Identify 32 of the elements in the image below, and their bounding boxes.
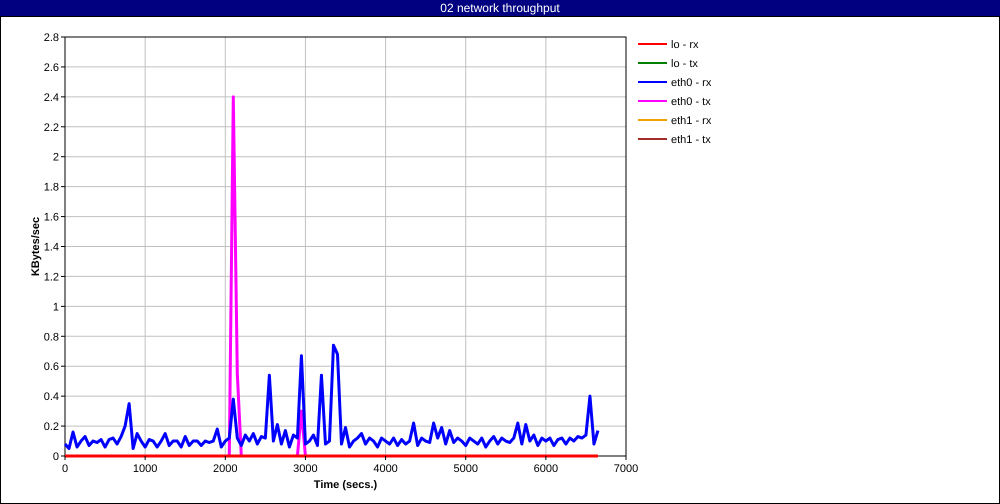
tick-label: 1 [52, 301, 59, 314]
tick-label: 1.8 [44, 182, 59, 194]
legend-label: eth0 - tx [671, 96, 711, 108]
tick-label: 4000 [373, 463, 398, 475]
tick-label: 2000 [213, 463, 238, 475]
tick-label: 2.4 [44, 92, 59, 104]
tick-label: 1.4 [44, 242, 59, 254]
legend-label: lo - tx [671, 58, 698, 70]
tick-label: 1.2 [44, 271, 59, 284]
axis-title: Time (secs.) [314, 479, 378, 491]
legend-label: lo - rx [671, 39, 698, 51]
tick-label: 2.8 [44, 32, 59, 44]
tick-label: 0.6 [44, 361, 59, 374]
tick-label: 1.6 [44, 212, 59, 224]
legend-label: eth0 - rx [671, 77, 712, 89]
tick-label: 0.8 [44, 331, 59, 344]
axis-title: KBytes/sec [30, 216, 42, 276]
tick-label: 0 [52, 451, 59, 463]
tick-label: 0.2 [44, 421, 59, 434]
legend-label: eth1 - rx [671, 115, 712, 127]
tick-label: 0.4 [44, 391, 59, 404]
tick-label: 0 [62, 463, 68, 475]
tick-label: 3000 [293, 463, 318, 475]
tick-label: 5000 [453, 463, 478, 475]
tick-label: 6000 [534, 463, 558, 475]
window-title: 02 network throughput [0, 0, 1000, 16]
tick-label: 2 [52, 152, 59, 164]
tick-label: 2.2 [44, 122, 59, 134]
tick-label: 7000 [614, 463, 638, 475]
legend-label: eth1 - tx [671, 134, 711, 146]
tick-label: 1000 [132, 463, 158, 475]
tick-label: 2.6 [44, 62, 59, 74]
